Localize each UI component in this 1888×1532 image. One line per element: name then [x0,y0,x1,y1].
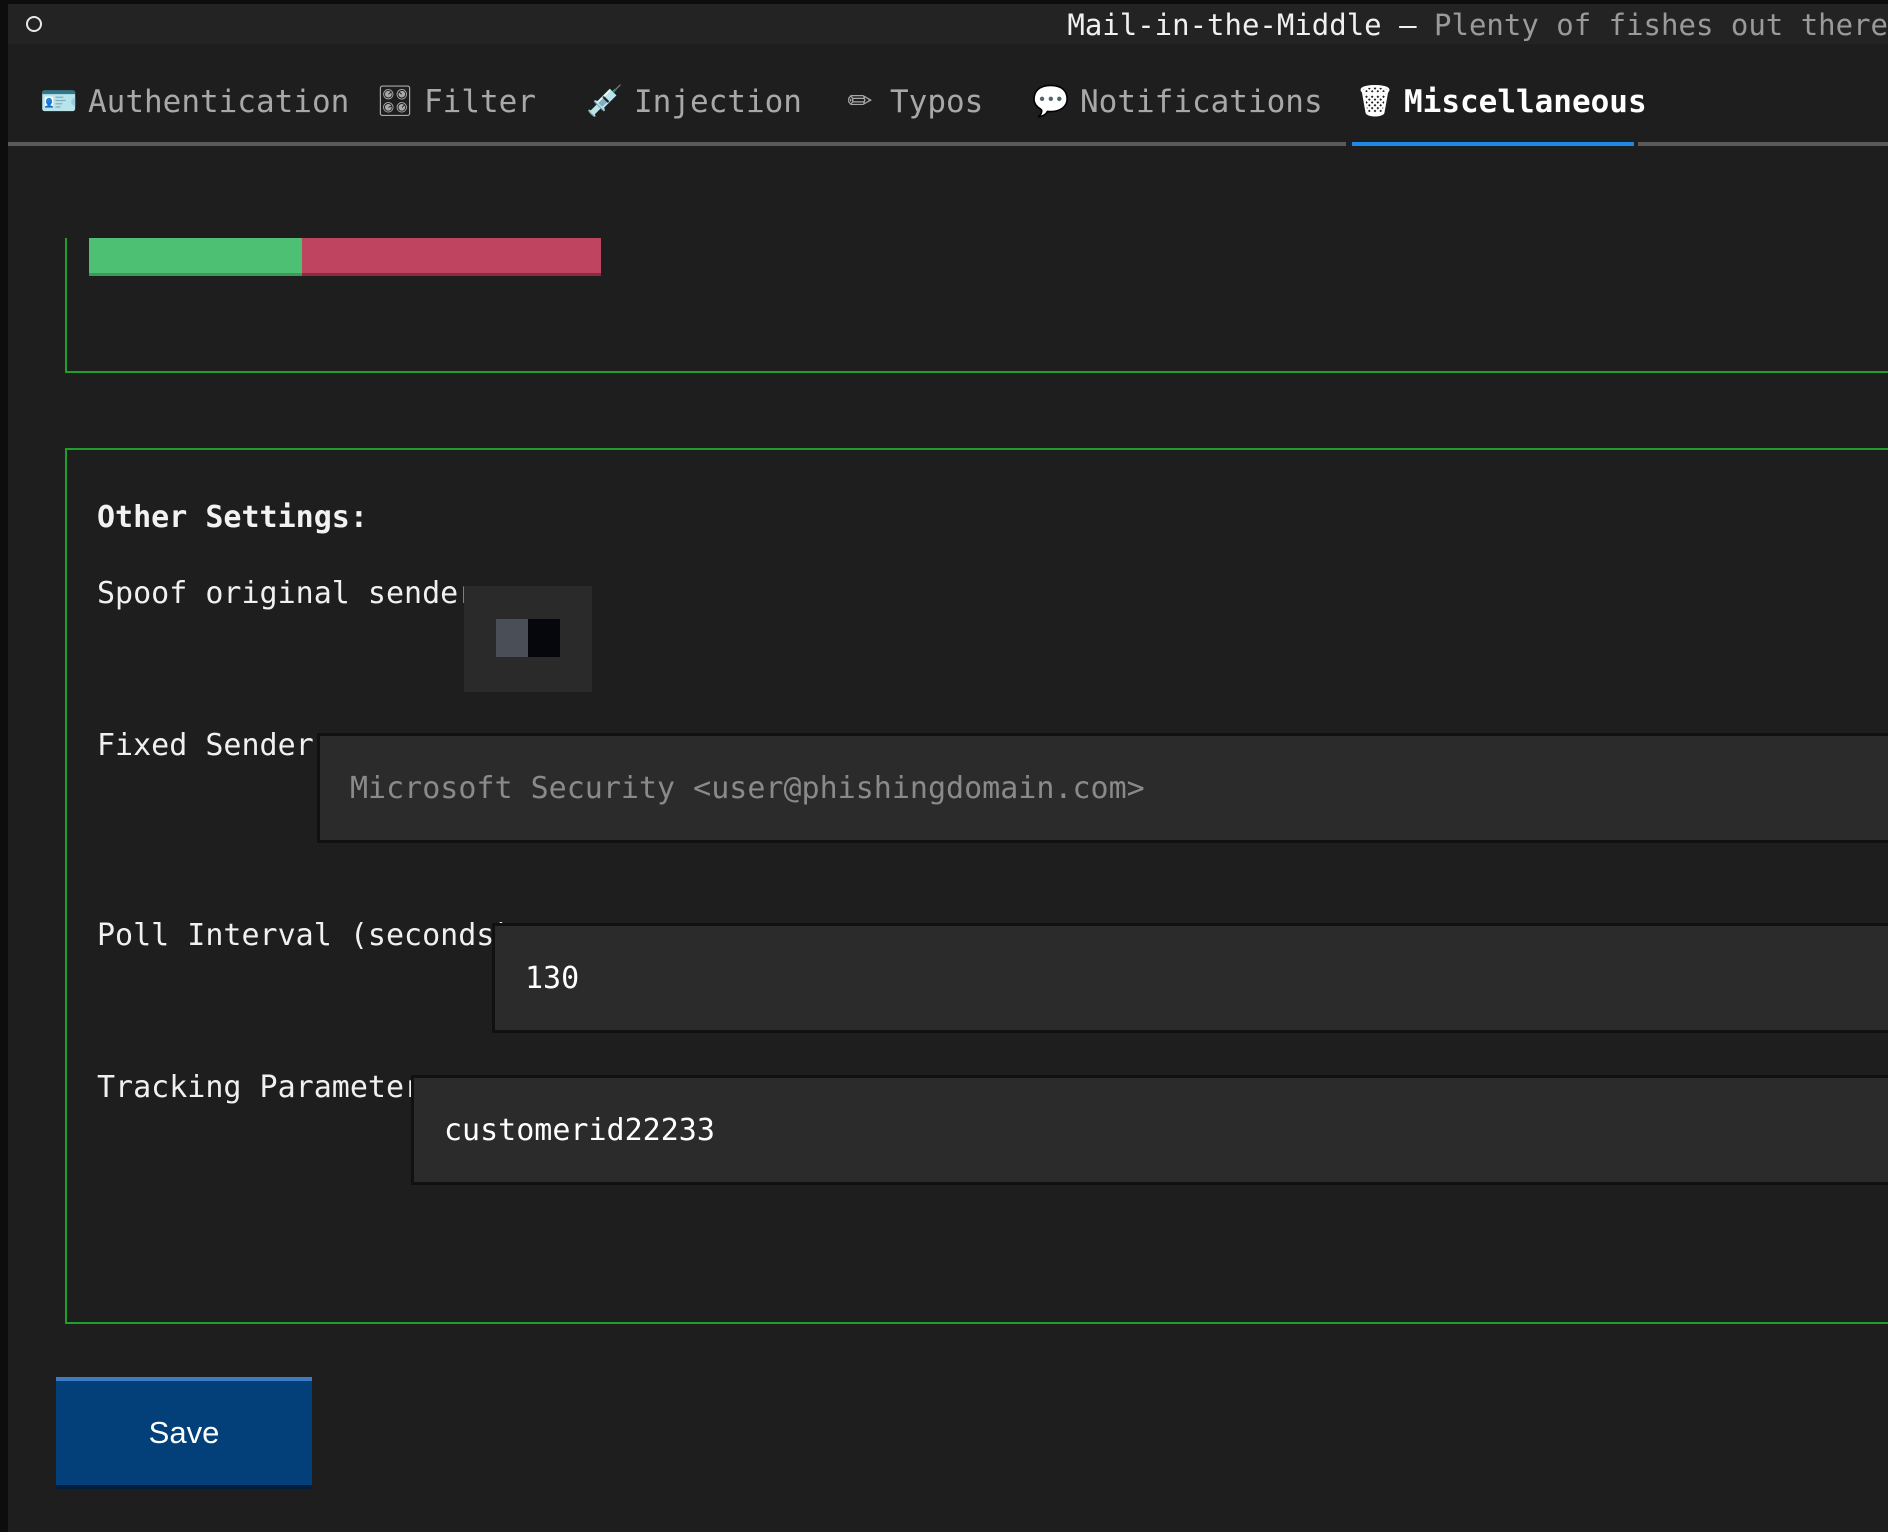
tab-authentication[interactable]: 🪪 Authentication [40,62,349,142]
tab-typos[interactable]: ✏ Typos [842,62,983,142]
save-button[interactable]: Save [56,1377,312,1489]
active-tab-indicator [1352,142,1634,146]
window-title: Mail-in-the-Middle – Plenty of fishes ou… [1067,8,1888,42]
status-panel [65,238,1888,373]
tab-label: Filter [424,84,536,120]
app-window: Mail-in-the-Middle – Plenty of fishes ou… [0,0,1888,1532]
tab-notifications[interactable]: 💬 Notifications [1032,62,1323,142]
tab-label: Injection [634,84,802,120]
success-segment [89,238,302,276]
pencil-icon: ✏ [847,84,873,119]
syringe-icon: 💉 [586,84,624,119]
tab-divider [8,142,1346,146]
fixed-sender-label: Fixed Sender: [97,728,332,763]
tab-miscellaneous[interactable]: 🗑 Miscellaneous [1356,62,1647,142]
tab-bar: 🪪 Authentication 🎛 Filter 💉 Injection ✏ … [8,62,1888,146]
tab-label: Miscellaneous [1404,84,1647,120]
section-title: Other Settings: [97,500,368,535]
failure-segment [301,238,601,276]
tab-divider [1638,142,1888,146]
id-card-icon: 🪪 [40,84,78,119]
control-knobs-icon: 🎛 [376,84,415,119]
poll-interval-input[interactable] [492,923,1888,1033]
tracking-parameter-input[interactable] [411,1075,1888,1185]
title-separator: – [1381,8,1435,42]
toggle-track [528,619,560,657]
tab-label: Typos [890,84,984,120]
speech-bubble-icon: 💬 [1032,84,1070,119]
tab-filter[interactable]: 🎛 Filter [376,62,536,142]
window-control-icon[interactable] [26,16,42,32]
other-settings-panel: Other Settings: Spoof original sender: F… [65,448,1888,1324]
fixed-sender-input[interactable] [317,733,1888,843]
tab-injection[interactable]: 💉 Injection [586,62,802,142]
poll-interval-label: Poll Interval (seconds): [97,918,531,953]
spoof-sender-label: Spoof original sender: [97,576,495,611]
app-tagline: Plenty of fishes out there [1434,8,1888,42]
success-failure-bar [89,238,601,276]
app-name: Mail-in-the-Middle [1067,8,1382,42]
tab-label: Notifications [1080,84,1323,120]
tab-label: Authentication [88,84,350,120]
tracking-parameter-label: Tracking Parameter: [97,1070,441,1105]
title-bar: Mail-in-the-Middle – Plenty of fishes ou… [8,4,1888,44]
spoof-sender-toggle[interactable] [464,586,592,692]
toggle-knob [496,619,528,657]
toggle-switch [496,619,560,657]
wastebasket-icon: 🗑 [1356,84,1395,119]
